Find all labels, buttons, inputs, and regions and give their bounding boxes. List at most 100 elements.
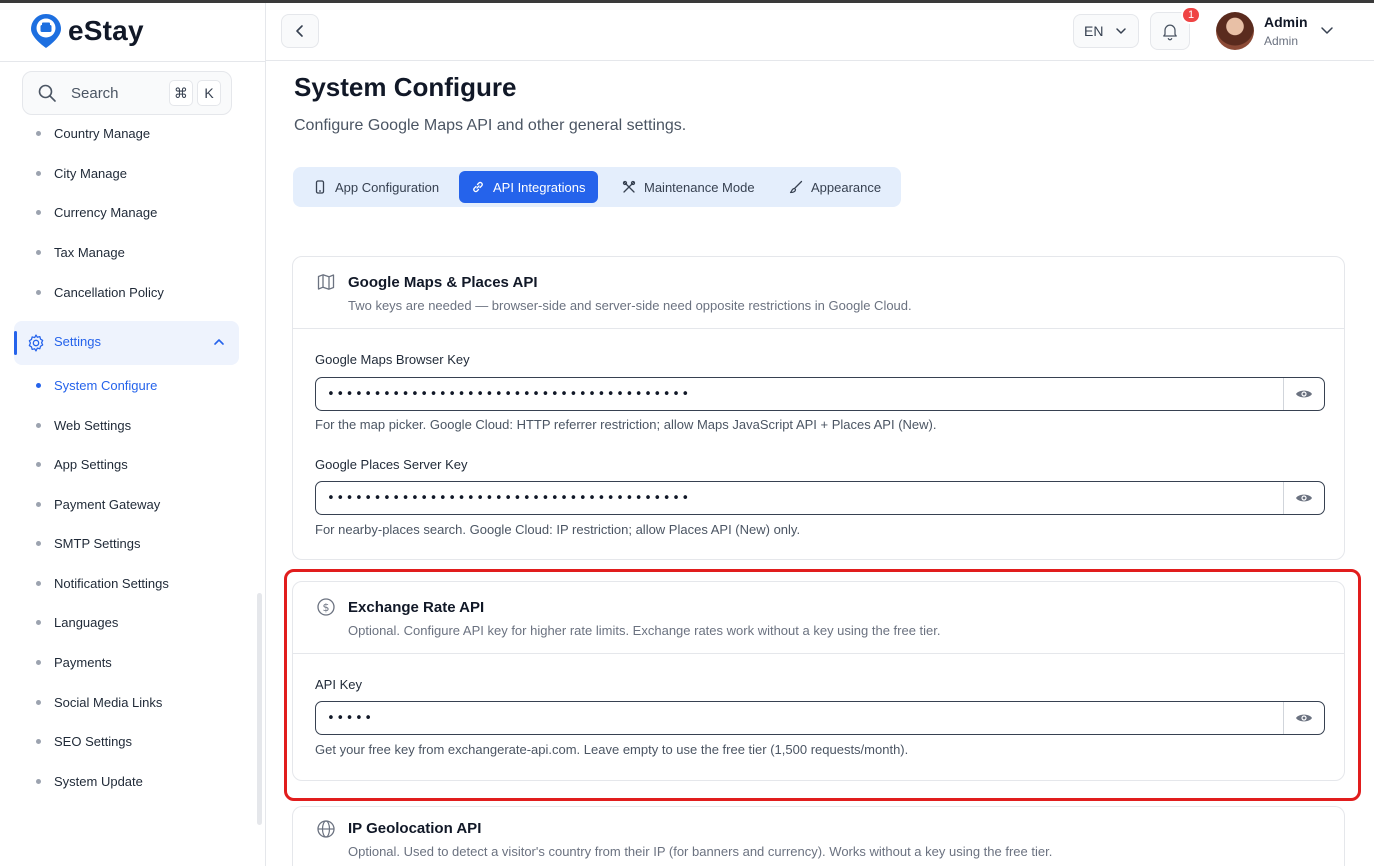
tab-api-integrations[interactable]: API Integrations [459,171,598,203]
sidebar-item-label: Country Manage [54,125,151,141]
tab-appearance[interactable]: Appearance [777,171,893,203]
api-key-input[interactable]: ••••• [315,701,1325,735]
bullet-icon [36,249,41,255]
sidebar-item-label: Currency Manage [54,204,158,220]
tab-maintenance-mode[interactable]: Maintenance Mode [610,171,767,203]
sidebar-group-settings[interactable]: Settings [14,321,239,365]
bullet-icon [36,422,41,428]
shortcut-cmd-key: ⌘ [169,80,193,106]
user-role: Admin [1264,34,1299,48]
chevron-left-icon [296,25,303,37]
settings-tabs: App Configuration API Integrations Maint… [293,167,901,207]
card-header: $ Exchange Rate API Optional. Configure … [293,582,1344,654]
language-select[interactable]: EN [1073,14,1139,48]
user-name[interactable]: Admin [1264,14,1308,30]
app-name: eStay [68,15,144,46]
sidebar-item-label: Payments [54,654,112,670]
sidebar-item-label: Notification Settings [54,575,169,591]
toggle-visibility-button[interactable] [1283,482,1324,514]
sidebar-item-payments[interactable]: Payments [36,652,112,672]
server-key-input[interactable]: ••••••••••••••••••••••••••••••••••••••• [315,481,1325,515]
bullet-icon [36,382,41,388]
sidebar-item-system-update[interactable]: System Update [36,771,143,791]
sidebar-item-label: Social Media Links [54,694,163,710]
sidebar-item-payment-gateway[interactable]: Payment Gateway [36,494,160,514]
app-logo[interactable]: eStay [30,13,144,49]
sidebar-item-cancellation-policy[interactable]: Cancellation Policy [36,282,164,302]
card-description: Two keys are needed — browser-side and s… [348,298,912,313]
browser-key-input[interactable]: ••••••••••••••••••••••••••••••••••••••• [315,377,1325,411]
api-key-value[interactable]: ••••• [316,711,1283,726]
sidebar-item-label: Payment Gateway [54,496,161,512]
sidebar-item-seo-settings[interactable]: SEO Settings [36,731,132,751]
sidebar-item-currency-manage[interactable]: Currency Manage [36,202,157,222]
sidebar-item-country-manage[interactable]: Country Manage [36,123,150,143]
tab-app-configuration[interactable]: App Configuration [301,171,451,203]
sidebar-item-notification-settings[interactable]: Notification Settings [36,573,169,593]
sidebar-item-app-settings[interactable]: App Settings [36,454,128,474]
browser-key-label: Google Maps Browser Key [315,352,470,367]
eye-icon [1296,714,1312,722]
location-pin-logo-icon [31,14,61,48]
page-subtitle: Configure Google Maps API and other gene… [294,117,687,134]
top-header: EN 1 Admin Admin [266,3,1374,61]
brush-icon [789,180,803,194]
map-icon [317,274,335,290]
server-key-help: For nearby-places search. Google Cloud: … [315,522,801,537]
sidebar-item-tax-manage[interactable]: Tax Manage [36,242,125,262]
sidebar-group-label: Settings [54,334,101,349]
sidebar-item-web-settings[interactable]: Web Settings [36,415,131,435]
divider [0,61,265,62]
sidebar-item-social-media-links[interactable]: Social Media Links [36,692,162,712]
tab-label: App Configuration [335,179,440,195]
card-title: Google Maps & Places API [348,274,538,291]
shortcut-k-key: K [197,80,221,106]
back-button[interactable] [281,14,319,48]
bullet-icon [36,699,41,705]
gear-icon [28,334,44,352]
exchange-rate-card: $ Exchange Rate API Optional. Configure … [292,581,1345,781]
sidebar-item-label: SEO Settings [54,733,133,749]
bullet-icon [36,738,41,744]
sidebar: eStay Search ⌘ K Country Manage City Man… [0,3,266,866]
sidebar-item-label: City Manage [54,165,127,181]
browser-key-value[interactable]: ••••••••••••••••••••••••••••••••••••••• [316,387,1283,402]
toggle-visibility-button[interactable] [1283,378,1324,410]
sidebar-item-label: Cancellation Policy [54,284,164,300]
server-key-value[interactable]: ••••••••••••••••••••••••••••••••••••••• [316,491,1283,506]
bullet-icon [36,619,41,625]
api-key-label: API Key [315,677,362,692]
sidebar-item-city-manage[interactable]: City Manage [36,163,127,183]
chevron-down-icon[interactable] [1320,23,1334,37]
bullet-icon [36,659,41,665]
globe-icon [317,820,335,838]
link-icon [473,181,483,193]
bell-icon [1163,24,1177,41]
search-box[interactable]: Search ⌘ K [22,71,232,115]
bullet-icon [36,580,41,586]
api-key-help: Get your free key from exchangerate-api.… [315,742,909,757]
google-maps-card: Google Maps & Places API Two keys are ne… [292,256,1345,560]
sidebar-item-label: Languages [54,614,119,630]
sidebar-item-system-configure[interactable]: System Configure [36,375,157,395]
notification-count-badge: 1 [1181,6,1201,24]
server-key-label: Google Places Server Key [315,457,468,472]
tab-label: Appearance [811,179,882,195]
browser-key-help: For the map picker. Google Cloud: HTTP r… [315,417,937,432]
chevron-down-icon [1116,28,1127,34]
sidebar-scrollbar[interactable] [257,593,262,825]
tab-label: API Integrations [493,179,586,195]
card-header: IP Geolocation API Optional. Used to det… [293,807,1344,866]
sidebar-item-label: System Update [54,773,143,789]
page-title: System Configure [294,72,517,102]
sidebar-item-smtp-settings[interactable]: SMTP Settings [36,533,140,553]
card-title: IP Geolocation API [348,820,482,837]
dollar-circle-icon: $ [317,598,335,616]
avatar[interactable] [1216,12,1254,50]
chevron-up-icon [214,339,224,345]
toggle-visibility-button[interactable] [1283,702,1324,734]
sidebar-item-languages[interactable]: Languages [36,612,118,632]
sidebar-item-label: App Settings [54,456,128,472]
card-description: Optional. Configure API key for higher r… [348,623,941,638]
ip-geolocation-card: IP Geolocation API Optional. Used to det… [292,806,1345,866]
